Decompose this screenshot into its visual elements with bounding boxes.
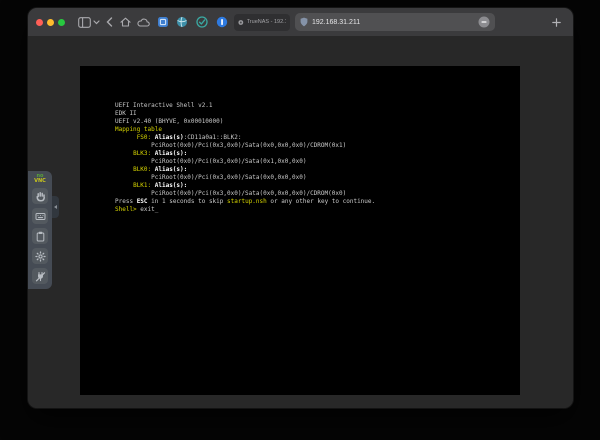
back-button[interactable] [106, 13, 113, 31]
extension-button-4[interactable] [216, 13, 228, 31]
cloud-icon [137, 18, 150, 27]
terminal-line: UEFI Interactive Shell v2.1 [115, 102, 375, 110]
extension-ball-icon [176, 16, 188, 28]
tab-title: TrueNAS - 192.16... [247, 19, 286, 25]
sidebar-icon [78, 17, 91, 28]
terminal-line: EDK II [115, 110, 375, 118]
extension-square-icon [157, 16, 169, 28]
extension-button-3[interactable] [196, 13, 208, 31]
terminal-output: UEFI Interactive Shell v2.1EDK IIUEFI v2… [115, 102, 375, 214]
home-icon [120, 17, 131, 27]
keyboard-button[interactable] [32, 208, 48, 224]
home-button[interactable] [120, 13, 131, 31]
vnc-screen[interactable]: UEFI Interactive Shell v2.1EDK IIUEFI v2… [80, 66, 520, 395]
page-content: UEFI Interactive Shell v2.1EDK IIUEFI v2… [28, 36, 573, 408]
terminal-line: PciRoot(0x0)/Pci(0x3,0x0)/Sata(0x0,0x0,0… [115, 174, 375, 182]
browser-window: TrueNAS - 192.16... 192.168.31.211 UEFI … [28, 8, 573, 408]
terminal-line: PciRoot(0x0)/Pci(0x3,0x0)/Sata(0x0,0x0,0… [115, 190, 375, 198]
keyboard-icon [35, 211, 46, 222]
page-badge-icon[interactable] [478, 16, 490, 28]
chevron-down-icon [93, 20, 100, 25]
drag-button[interactable] [32, 188, 48, 204]
zoom-window-button[interactable] [58, 19, 65, 26]
clipboard-icon [35, 231, 46, 242]
plus-icon [552, 18, 561, 27]
extension-dot-icon [216, 16, 228, 28]
control-bar-handle[interactable] [52, 196, 59, 218]
terminal-line: UEFI v2.40 (BHYVE, 0x00010000) [115, 118, 375, 126]
terminal-line: Shell> exit_ [115, 206, 375, 214]
extension-check-icon [196, 16, 208, 28]
extension-button-1[interactable] [157, 13, 169, 31]
terminal-line: Mapping table [115, 126, 375, 134]
hand-icon [35, 191, 46, 202]
terminal-line: BLK1: Alias(s): [115, 182, 375, 190]
terminal-line: BLK3: Alias(s): [115, 150, 375, 158]
new-tab-button[interactable] [552, 13, 561, 31]
close-window-button[interactable] [36, 19, 43, 26]
gear-icon [35, 251, 46, 262]
tab-favicon-icon [238, 19, 244, 26]
address-bar[interactable]: 192.168.31.211 [295, 13, 495, 31]
vnc-control-bar: no VNC [28, 171, 52, 289]
disconnect-icon [35, 271, 46, 282]
sidebar-toggle-button[interactable] [78, 13, 91, 31]
browser-toolbar: TrueNAS - 192.16... 192.168.31.211 [28, 8, 573, 37]
clipboard-button[interactable] [32, 228, 48, 244]
disconnect-button[interactable] [32, 268, 48, 284]
handle-arrow-icon [54, 205, 57, 209]
minimize-window-button[interactable] [47, 19, 54, 26]
extension-button-2[interactable] [176, 13, 188, 31]
back-chevron-icon [106, 17, 113, 27]
sidebar-menu-button[interactable] [93, 13, 100, 31]
novnc-logo: no VNC [34, 174, 46, 184]
shield-icon[interactable] [300, 17, 308, 27]
terminal-line: PciRoot(0x0)/Pci(0x3,0x0)/Sata(0x0,0x0,0… [115, 142, 375, 150]
terminal-line: Press ESC in 1 seconds to skip startup.n… [115, 198, 375, 206]
novnc-logo-bottom: VNC [34, 179, 46, 184]
tab-truenas[interactable]: TrueNAS - 192.16... [234, 14, 290, 31]
address-url: 192.168.31.211 [312, 19, 478, 26]
terminal-line: BLK0: Alias(s): [115, 166, 375, 174]
settings-button[interactable] [32, 248, 48, 264]
terminal-line: PciRoot(0x0)/Pci(0x3,0x0)/Sata(0x1,0x0,0… [115, 158, 375, 166]
terminal-line: FS0: Alias(s):CD11a0a1::BLK2: [115, 134, 375, 142]
cloud-tabs-button[interactable] [137, 13, 150, 31]
